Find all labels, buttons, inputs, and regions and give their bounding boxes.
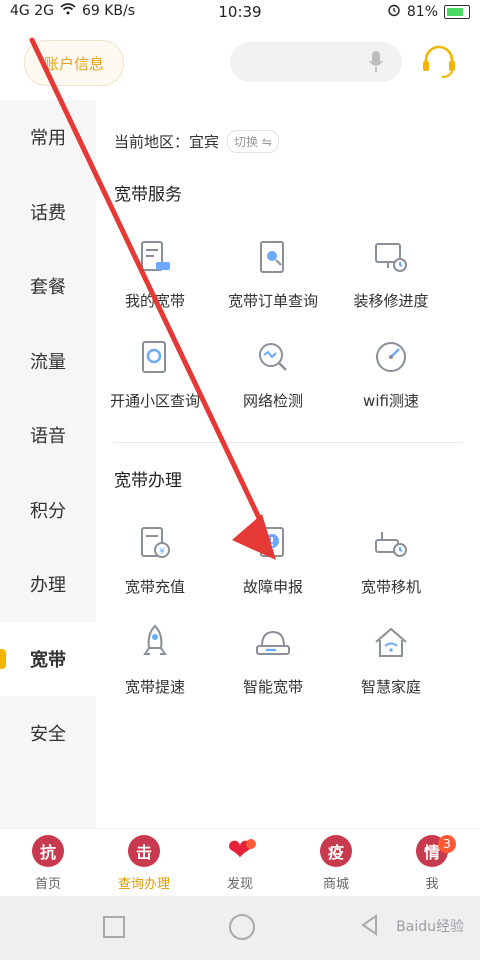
tab-label: 商城 (322, 876, 349, 892)
watermark: Baidu经验 (396, 919, 464, 935)
tab-mall[interactable]: 疫 商城 (288, 829, 384, 897)
router-icon (256, 630, 290, 655)
sidebar-item-data[interactable]: 流量 (0, 324, 96, 399)
sidebar-item-phone-bill[interactable]: 话费 (0, 175, 96, 250)
message-count-badge: 3 (438, 835, 456, 853)
tab-me[interactable]: 情 3 我 (384, 829, 480, 897)
system-navigation-bar: Baidu经验 (0, 896, 480, 960)
region-label: 当前地区：宜宾 (114, 133, 220, 151)
community-search-icon (142, 341, 166, 373)
account-info-button[interactable]: 账户信息 (24, 40, 124, 86)
customer-service-icon[interactable] (420, 42, 458, 80)
status-right: 81% (387, 3, 470, 21)
sidebar-item-handle[interactable]: 办理 (0, 547, 96, 622)
home-button[interactable] (229, 914, 255, 940)
search-input[interactable] (230, 42, 402, 82)
tile-label: 智慧家庭 (360, 678, 421, 696)
move-icon (375, 532, 407, 557)
progress-icon (375, 243, 407, 272)
service-tile-wifi-speed[interactable]: wifi测速 (332, 328, 450, 428)
back-button[interactable] (360, 914, 378, 936)
tab-discover[interactable]: ❤ 发现 (192, 829, 288, 897)
category-sidebar: 常用 话费 套餐 流量 语音 积分 办理 宽带 安全 (0, 100, 96, 828)
notification-dot (246, 839, 256, 849)
order-search-icon (260, 241, 284, 273)
tab-label: 查询办理 (117, 876, 170, 892)
tile-label: 宽带提速 (124, 678, 185, 696)
sidebar-item-common[interactable]: 常用 (0, 100, 96, 175)
broadband-service-title: 宽带服务 (114, 185, 182, 205)
service-tile-progress[interactable]: 装移修进度 (332, 228, 450, 328)
sidebar-item-voice[interactable]: 语音 (0, 398, 96, 473)
broadband-handle-title: 宽带办理 (114, 471, 182, 491)
tab-label: 发现 (226, 876, 253, 892)
speedometer-icon (376, 342, 406, 372)
broadband-icon (141, 241, 170, 271)
tile-label: 开通小区查询 (109, 392, 200, 410)
service-tile-my-broadband[interactable]: 我的宽带 (96, 228, 214, 328)
broadband-service-grid: 我的宽带 宽带订单查询 装移修进度 开通小区查询 网络检测 wifi测速 (96, 228, 480, 428)
sidebar-item-points[interactable]: 积分 (0, 473, 96, 548)
handle-tile-smart-broadband[interactable]: 智能宽带 (214, 614, 332, 714)
svg-text:¥: ¥ (159, 547, 165, 557)
recharge-icon: ¥ (141, 527, 170, 558)
sidebar-item-broadband[interactable]: 宽带 (0, 621, 96, 696)
header: 账户信息 (0, 24, 480, 100)
tile-label: 装移修进度 (353, 292, 429, 310)
recent-apps-button[interactable] (103, 916, 125, 938)
handle-tile-recharge[interactable]: ¥ 宽带充值 (96, 514, 214, 614)
tile-label: 宽带订单查询 (227, 292, 318, 310)
alarm-icon (387, 3, 401, 21)
tab-home[interactable]: 抗 首页 (0, 829, 96, 897)
home-icon (375, 627, 407, 657)
tile-label: 网络检测 (242, 392, 303, 410)
query-glyph: 击 (128, 834, 160, 867)
service-tile-network-check[interactable]: 网络检测 (214, 328, 332, 428)
battery-percent: 81% (406, 4, 438, 20)
sidebar-item-plan[interactable]: 套餐 (0, 249, 96, 324)
tile-label: 智能宽带 (242, 678, 303, 696)
tab-label: 首页 (34, 876, 61, 892)
section-divider (114, 442, 462, 443)
bottom-tab-bar: 抗 首页 击 查询办理 ❤ 发现 疫 商城 情 3 我 (0, 828, 480, 897)
tile-label: 宽带移机 (360, 578, 421, 596)
handle-tile-smart-home[interactable]: 智慧家庭 (332, 614, 450, 714)
mall-glyph: 疫 (320, 834, 352, 867)
fault-report-icon (260, 527, 284, 557)
swap-icon: ⇋ (261, 135, 272, 149)
handle-tile-move[interactable]: 宽带移机 (332, 514, 450, 614)
tile-label: 故障申报 (242, 578, 303, 596)
rocket-icon (143, 624, 167, 655)
main-content: 当前地区：宜宾 切换 ⇋ 宽带服务 我的宽带 宽带订单查询 装移修进度 开通小区… (96, 100, 480, 828)
tab-label: 我 (425, 876, 439, 892)
tab-query-handle[interactable]: 击 查询办理 (96, 829, 192, 897)
tile-label: wifi测速 (363, 392, 419, 410)
home-glyph: 抗 (32, 834, 64, 867)
service-tile-community-search[interactable]: 开通小区查询 (96, 328, 214, 428)
broadband-handle-grid: ¥ 宽带充值 故障申报 宽带移机 宽带提速 智能宽带 智慧家庭 (96, 514, 480, 714)
status-bar: 4G 2G 69 KB/s 10:39 81% (0, 0, 480, 24)
switch-region-button[interactable]: 切换 ⇋ (227, 130, 279, 153)
tile-label: 我的宽带 (124, 292, 185, 310)
switch-label: 切换 (234, 135, 259, 149)
handle-tile-fault-report[interactable]: 故障申报 (214, 514, 332, 614)
network-check-icon (259, 343, 287, 371)
battery-icon (444, 5, 470, 19)
region-row: 当前地区：宜宾 切换 ⇋ (114, 130, 279, 153)
tile-label: 宽带充值 (124, 578, 185, 596)
microphone-icon[interactable] (368, 50, 384, 74)
service-tile-order-search[interactable]: 宽带订单查询 (214, 228, 332, 328)
handle-tile-speed-up[interactable]: 宽带提速 (96, 614, 214, 714)
sidebar-item-security[interactable]: 安全 (0, 696, 96, 771)
